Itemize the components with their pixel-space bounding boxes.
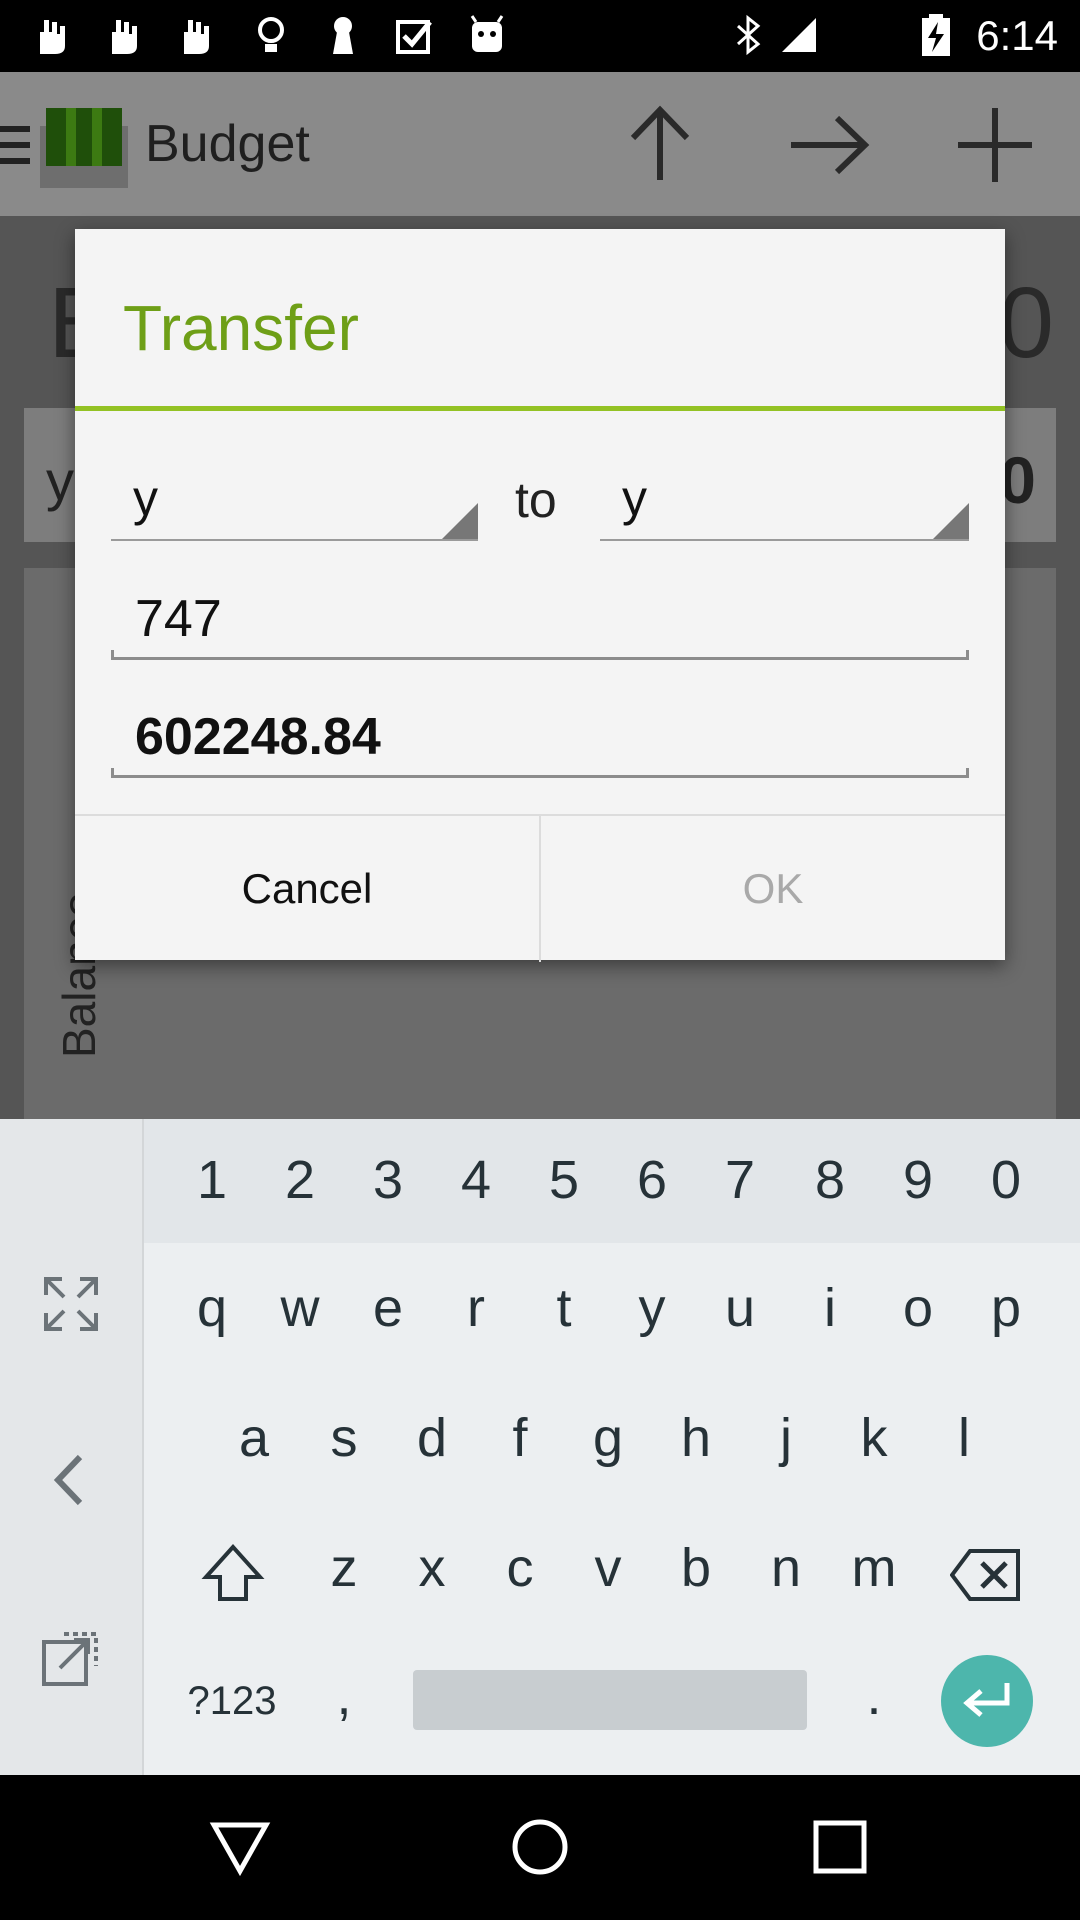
ok-button[interactable]: OK bbox=[541, 816, 1005, 962]
key-1[interactable]: 1 bbox=[172, 1149, 252, 1211]
dialog-title: Transfer bbox=[123, 292, 359, 364]
dialog-title-divider bbox=[75, 406, 1005, 411]
app-title: Budget bbox=[145, 115, 310, 173]
key-t[interactable]: t bbox=[524, 1277, 604, 1339]
hand-icon bbox=[184, 20, 209, 54]
key-3[interactable]: 3 bbox=[348, 1149, 428, 1211]
key-q[interactable]: q bbox=[172, 1277, 252, 1339]
key-0[interactable]: 0 bbox=[966, 1149, 1046, 1211]
key-p[interactable]: p bbox=[966, 1277, 1046, 1339]
summary-right-text: 0 bbox=[998, 267, 1054, 379]
key-i[interactable]: i bbox=[790, 1277, 870, 1339]
signal-icon bbox=[782, 18, 816, 52]
key-a[interactable]: a bbox=[214, 1407, 294, 1469]
undock-icon[interactable] bbox=[36, 1624, 106, 1694]
dropdown-triangle-icon bbox=[933, 503, 969, 539]
key-c[interactable]: c bbox=[480, 1537, 560, 1599]
key-v[interactable]: v bbox=[568, 1537, 648, 1599]
key-m[interactable]: m bbox=[834, 1537, 914, 1599]
to-account-value: y bbox=[622, 470, 647, 526]
key-l[interactable]: l bbox=[924, 1407, 1004, 1469]
menu-icon[interactable] bbox=[0, 120, 30, 170]
enter-key[interactable] bbox=[941, 1655, 1033, 1747]
key-g[interactable]: g bbox=[568, 1407, 648, 1469]
checkbox-icon bbox=[396, 20, 432, 54]
key-d[interactable]: d bbox=[392, 1407, 472, 1469]
key-j[interactable]: j bbox=[746, 1407, 826, 1469]
account-row-label: y bbox=[46, 449, 74, 512]
recents-icon[interactable] bbox=[808, 1815, 872, 1879]
transfer-amount-field[interactable]: 602248.84 bbox=[111, 695, 969, 778]
key-9[interactable]: 9 bbox=[878, 1149, 958, 1211]
from-account-value: y bbox=[133, 470, 158, 526]
key-5[interactable]: 5 bbox=[524, 1149, 604, 1211]
key-n[interactable]: n bbox=[746, 1537, 826, 1599]
status-bar: 6:14 bbox=[0, 0, 1080, 72]
transfer-amount-value: 602248.84 bbox=[135, 708, 381, 766]
symbols-key[interactable]: ?123 bbox=[182, 1679, 282, 1724]
lightbulb-icon bbox=[258, 17, 284, 52]
cancel-button[interactable]: Cancel bbox=[75, 816, 541, 962]
app-logo-icon bbox=[40, 108, 128, 188]
navigation-bar bbox=[0, 1775, 1080, 1920]
home-icon[interactable] bbox=[508, 1815, 572, 1879]
status-time: 6:14 bbox=[976, 12, 1058, 59]
dropdown-triangle-icon bbox=[442, 503, 478, 539]
field-edge bbox=[111, 650, 114, 660]
key-r[interactable]: r bbox=[436, 1277, 516, 1339]
key-k[interactable]: k bbox=[834, 1407, 914, 1469]
key-f[interactable]: f bbox=[480, 1407, 560, 1469]
key-2[interactable]: 2 bbox=[260, 1149, 340, 1211]
enter-icon bbox=[963, 1683, 1010, 1717]
transfer-dialog: Transfer y to y 747 602248.84 Cancel OK bbox=[75, 229, 1005, 962]
key-o[interactable]: o bbox=[878, 1277, 958, 1339]
keyhole-icon bbox=[333, 17, 353, 54]
shift-icon[interactable] bbox=[198, 1539, 268, 1609]
up-arrow-icon[interactable] bbox=[615, 100, 705, 190]
key-y[interactable]: y bbox=[612, 1277, 692, 1339]
battery-charging-icon bbox=[922, 14, 950, 56]
dialog-button-bar: Cancel OK bbox=[75, 814, 1005, 962]
chevron-left-icon[interactable] bbox=[36, 1445, 106, 1515]
keyboard-side-panel bbox=[0, 1119, 144, 1775]
hand-icon bbox=[112, 20, 137, 54]
space-key[interactable] bbox=[413, 1670, 807, 1730]
app-bar: Budget bbox=[0, 72, 1080, 216]
field-edge bbox=[966, 768, 969, 778]
key-z[interactable]: z bbox=[304, 1537, 384, 1599]
key-b[interactable]: b bbox=[656, 1537, 736, 1599]
key-x[interactable]: x bbox=[392, 1537, 472, 1599]
transfer-description-field[interactable]: 747 bbox=[111, 577, 969, 660]
plus-icon[interactable] bbox=[950, 100, 1040, 190]
back-icon[interactable] bbox=[208, 1815, 272, 1879]
key-8[interactable]: 8 bbox=[790, 1149, 870, 1211]
field-edge bbox=[111, 768, 114, 778]
soft-keyboard: 1 2 3 4 5 6 7 8 9 0 q w e r t y u i o p … bbox=[0, 1119, 1080, 1775]
key-6[interactable]: 6 bbox=[612, 1149, 692, 1211]
transfer-description-value: 747 bbox=[135, 590, 222, 648]
key-e[interactable]: e bbox=[348, 1277, 428, 1339]
to-account-spinner[interactable]: y bbox=[600, 459, 969, 541]
to-label: to bbox=[515, 472, 557, 528]
backspace-icon[interactable] bbox=[950, 1547, 1022, 1603]
comma-key[interactable]: , bbox=[304, 1665, 384, 1727]
from-account-spinner[interactable]: y bbox=[111, 459, 478, 541]
hand-icon bbox=[40, 20, 65, 54]
right-arrow-icon[interactable] bbox=[785, 100, 875, 190]
android-icon bbox=[470, 15, 504, 52]
key-w[interactable]: w bbox=[260, 1277, 340, 1339]
key-s[interactable]: s bbox=[304, 1407, 384, 1469]
key-4[interactable]: 4 bbox=[436, 1149, 516, 1211]
key-u[interactable]: u bbox=[700, 1277, 780, 1339]
period-key[interactable]: . bbox=[834, 1665, 914, 1727]
key-7[interactable]: 7 bbox=[700, 1149, 780, 1211]
bluetooth-icon bbox=[736, 14, 761, 56]
expand-icon[interactable] bbox=[36, 1269, 106, 1339]
field-edge bbox=[966, 650, 969, 660]
key-h[interactable]: h bbox=[656, 1407, 736, 1469]
